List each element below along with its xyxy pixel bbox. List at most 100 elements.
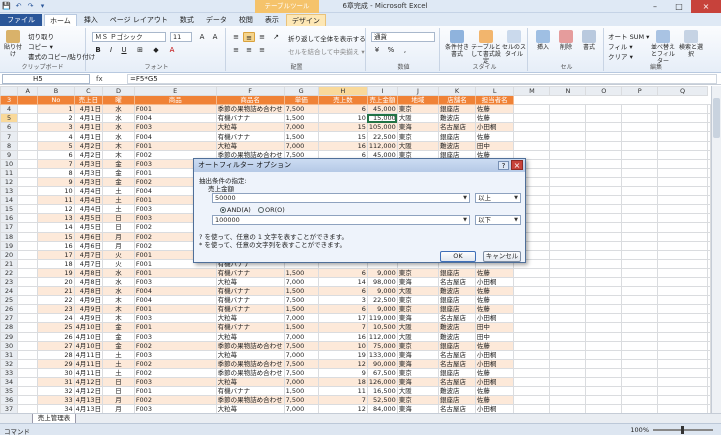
cell[interactable] bbox=[585, 313, 623, 324]
cell[interactable] bbox=[621, 222, 659, 233]
font-name-select[interactable]: ＭＳ Ｐゴシック bbox=[92, 32, 166, 42]
row-header[interactable]: 20 bbox=[0, 249, 19, 260]
cell[interactable] bbox=[621, 295, 659, 306]
table-header-cell[interactable]: 地域 bbox=[396, 95, 440, 106]
cell[interactable] bbox=[17, 358, 39, 369]
cell[interactable] bbox=[621, 349, 659, 360]
cell[interactable] bbox=[549, 386, 587, 397]
cell[interactable]: F001 bbox=[133, 322, 217, 333]
cell[interactable] bbox=[657, 358, 708, 369]
cell[interactable]: 7,000 bbox=[283, 140, 319, 151]
cell[interactable] bbox=[513, 313, 551, 324]
cell[interactable] bbox=[657, 276, 708, 288]
cell[interactable]: 月 bbox=[102, 231, 135, 242]
tab-insert[interactable]: 挿入 bbox=[79, 14, 103, 26]
cell[interactable]: 6 bbox=[317, 286, 368, 297]
cell[interactable] bbox=[17, 240, 39, 251]
orientation-icon[interactable]: ↗ bbox=[270, 32, 282, 42]
cell[interactable] bbox=[585, 104, 623, 115]
cell[interactable] bbox=[549, 222, 587, 233]
cell[interactable] bbox=[657, 195, 708, 206]
cell[interactable]: 小田桐 bbox=[474, 358, 515, 369]
cell[interactable]: 木 bbox=[102, 304, 135, 315]
cell[interactable] bbox=[549, 249, 587, 260]
cell[interactable]: 4月10日 bbox=[73, 340, 104, 351]
cell[interactable] bbox=[585, 367, 623, 379]
cell[interactable]: 7,000 bbox=[283, 376, 319, 388]
column-header[interactable]: O bbox=[585, 86, 623, 97]
cell[interactable]: 32 bbox=[37, 386, 75, 397]
cell[interactable] bbox=[657, 249, 708, 260]
cell[interactable] bbox=[549, 131, 587, 142]
cell[interactable]: 4月11日 bbox=[73, 367, 104, 379]
cell[interactable]: 14 bbox=[317, 276, 368, 288]
cell[interactable]: 4月1日 bbox=[73, 104, 104, 115]
cell[interactable]: 6 bbox=[317, 104, 368, 115]
align-center-icon[interactable]: ≡ bbox=[243, 45, 255, 55]
cell[interactable]: 木 bbox=[102, 149, 135, 160]
cell[interactable]: 7 bbox=[317, 395, 368, 406]
redo-icon[interactable]: ↷ bbox=[26, 2, 35, 11]
cell[interactable]: 木 bbox=[102, 295, 135, 306]
row-header[interactable]: 13 bbox=[0, 186, 19, 197]
tab-file[interactable]: ファイル bbox=[0, 14, 42, 26]
cell[interactable]: 東京 bbox=[396, 295, 440, 306]
cell[interactable] bbox=[17, 176, 39, 188]
cell[interactable]: 18 bbox=[37, 258, 75, 269]
cell[interactable]: 9 bbox=[317, 367, 368, 379]
cell[interactable]: 4月9日 bbox=[73, 295, 104, 306]
cell[interactable]: 7,500 bbox=[283, 395, 319, 406]
cell[interactable]: 有機バナナ bbox=[215, 113, 285, 124]
cell[interactable] bbox=[549, 395, 587, 406]
cell[interactable]: 有機バナナ bbox=[215, 304, 285, 315]
cell[interactable] bbox=[17, 158, 39, 169]
fill-button[interactable]: フィル ▾ bbox=[608, 41, 633, 51]
cell[interactable]: F003 bbox=[133, 331, 217, 342]
cell[interactable]: 7,500 bbox=[283, 295, 319, 306]
cell[interactable] bbox=[657, 222, 708, 233]
cell[interactable] bbox=[657, 258, 708, 269]
cell[interactable] bbox=[585, 113, 623, 124]
cell[interactable] bbox=[513, 331, 551, 342]
cell[interactable]: 佐藤 bbox=[474, 113, 515, 124]
cell[interactable]: 田中 bbox=[474, 331, 515, 342]
cell[interactable] bbox=[549, 104, 587, 115]
cell[interactable]: 土 bbox=[102, 186, 135, 197]
cell[interactable]: 水 bbox=[102, 286, 135, 297]
cell[interactable]: 1,500 bbox=[283, 286, 319, 297]
cell[interactable] bbox=[17, 367, 39, 379]
comma-icon[interactable]: , bbox=[399, 45, 411, 55]
cell[interactable]: F002 bbox=[133, 395, 217, 406]
cell[interactable] bbox=[657, 295, 708, 306]
tab-page-layout[interactable]: ページ レイアウト bbox=[105, 14, 173, 26]
cell[interactable]: 4月5日 bbox=[73, 222, 104, 233]
scroll-thumb[interactable] bbox=[713, 98, 720, 138]
cell[interactable]: 4月12日 bbox=[73, 386, 104, 397]
cell[interactable]: 12 bbox=[317, 358, 368, 369]
column-header[interactable]: G bbox=[283, 86, 319, 97]
cell[interactable]: 4月13日 bbox=[73, 395, 104, 406]
cell[interactable]: 小田桐 bbox=[474, 376, 515, 388]
cell[interactable]: 6 bbox=[37, 149, 75, 160]
cell[interactable] bbox=[585, 304, 623, 315]
cell[interactable] bbox=[585, 204, 623, 215]
cell[interactable]: 3 bbox=[37, 122, 75, 133]
cell[interactable]: 52,500 bbox=[366, 395, 398, 406]
cell[interactable]: 銀座店 bbox=[438, 367, 476, 379]
cell[interactable] bbox=[657, 231, 708, 242]
cell[interactable]: F003 bbox=[133, 276, 217, 288]
cell[interactable]: 季節の果物詰め合わせ bbox=[215, 358, 285, 369]
row-header[interactable]: 34 bbox=[0, 376, 19, 388]
cell[interactable] bbox=[621, 276, 659, 288]
cell[interactable] bbox=[585, 249, 623, 260]
cell[interactable] bbox=[17, 140, 39, 151]
cell[interactable]: 土 bbox=[102, 204, 135, 215]
cell[interactable] bbox=[585, 186, 623, 197]
minimize-button[interactable]: – bbox=[643, 0, 667, 13]
cell[interactable]: 田中 bbox=[474, 322, 515, 333]
table-header-cell[interactable]: 曜 bbox=[102, 95, 135, 106]
criteria2-value-input[interactable]: 100000 ▼ bbox=[212, 215, 470, 225]
cell[interactable]: 大阪 bbox=[396, 286, 440, 297]
table-header-cell[interactable]: 商品 bbox=[133, 95, 217, 106]
row-header[interactable]: 18 bbox=[0, 231, 19, 242]
